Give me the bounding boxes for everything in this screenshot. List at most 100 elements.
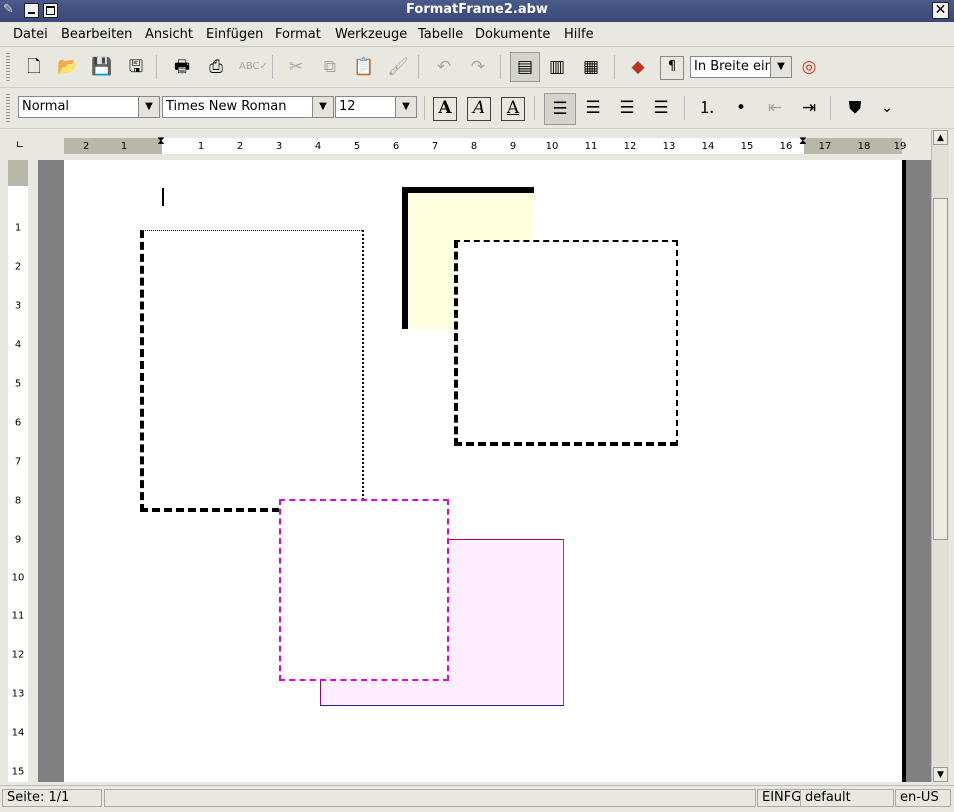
separator [424, 96, 425, 120]
menu-einfuegen[interactable]: Einfügen [206, 27, 263, 42]
left-indent-marker[interactable]: ⧗ [157, 134, 165, 148]
ruler-tick: 6 [14, 417, 22, 429]
indent-icon[interactable]: ⇥ [796, 95, 822, 121]
text-frame[interactable] [454, 240, 678, 446]
scroll-up-icon[interactable]: ▲ [933, 130, 948, 145]
window-title: FormatFrame2.abw [406, 2, 548, 17]
language: en-US [895, 789, 951, 807]
font-size-select[interactable]: 12 ▼ [335, 96, 417, 118]
align-justify-icon[interactable]: ☰ [648, 95, 674, 121]
style-select[interactable]: Normal ▼ [18, 96, 160, 118]
ruler-tick: 8 [14, 495, 22, 507]
menu-format[interactable]: Format [275, 27, 321, 42]
top-margin-area [8, 160, 28, 186]
bold-button[interactable]: A [433, 97, 457, 121]
current-style: default [800, 789, 894, 807]
menu-tabelle[interactable]: Tabelle [418, 27, 463, 42]
ruler-tick: 2 [82, 141, 90, 152]
open-folder-icon[interactable]: 📂 [55, 54, 81, 80]
font-value: Times New Roman [166, 99, 287, 114]
bullet-list-icon[interactable]: • [728, 95, 754, 121]
ruler-tick: 7 [431, 141, 439, 152]
underline-button[interactable]: A [501, 97, 525, 121]
separator [614, 55, 615, 79]
ruler-tick: 11 [11, 610, 25, 622]
paste-icon[interactable]: 📋 [351, 54, 377, 80]
text-frame[interactable] [140, 230, 364, 512]
menu-ansicht[interactable]: Ansicht [145, 27, 193, 42]
vertical-ruler[interactable]: 1 2 3 4 5 6 7 8 9 10 11 12 13 14 15 [8, 160, 28, 782]
menu-dokumente[interactable]: Dokumente [475, 27, 550, 42]
ruler-tick: 13 [662, 141, 676, 152]
layout-web-icon[interactable]: ▥ [544, 54, 570, 80]
align-center-icon[interactable]: ☰ [580, 95, 606, 121]
toolbar-grip[interactable] [6, 94, 10, 122]
copy-icon[interactable]: ⧉ [317, 54, 343, 80]
document-viewport[interactable] [38, 160, 931, 782]
align-left-icon[interactable]: ☰ [544, 93, 576, 125]
scroll-thumb[interactable] [933, 198, 948, 540]
separator [830, 96, 831, 120]
chevron-down-icon[interactable]: ⌄ [874, 95, 900, 121]
ruler-tick: 19 [893, 141, 907, 152]
font-size-value: 12 [339, 99, 356, 114]
format-painter-icon[interactable]: 🖌 [385, 54, 411, 80]
print-preview-icon[interactable]: ⎙ [203, 54, 229, 80]
menu-hilfe[interactable]: Hilfe [564, 27, 594, 42]
help-icon[interactable]: ◎ [796, 54, 822, 80]
chevron-down-icon[interactable]: ▼ [138, 97, 159, 117]
horizontal-ruler[interactable]: 2 1 1 2 3 4 5 6 7 8 9 10 11 12 13 14 15 … [64, 134, 906, 154]
ruler-tick: 5 [14, 378, 22, 390]
menu-datei[interactable]: Datei [13, 27, 48, 42]
ruler-tick: 14 [11, 727, 25, 739]
insert-shapes-icon[interactable]: ◆ [625, 54, 651, 80]
chevron-down-icon[interactable]: ▼ [770, 57, 791, 77]
paint-bucket-icon[interactable]: ⛊ [842, 95, 868, 121]
separator [684, 96, 685, 120]
save-as-icon[interactable]: 🖫 [123, 54, 149, 80]
right-indent-marker[interactable]: ⧗ [799, 134, 807, 148]
ruler-tick: 9 [509, 141, 517, 152]
outdent-icon[interactable]: ⇤ [762, 95, 788, 121]
italic-button[interactable]: A [467, 97, 491, 121]
tab-type-selector[interactable]: ∟ [10, 136, 30, 156]
menu-bearbeiten[interactable]: Bearbeiten [61, 27, 132, 42]
redo-icon[interactable]: ↷ [465, 54, 491, 80]
undo-icon[interactable]: ↶ [431, 54, 457, 80]
ruler-tick: 1 [197, 141, 205, 152]
new-document-icon[interactable]: 🗋 [21, 54, 47, 80]
font-select[interactable]: Times New Roman ▼ [162, 96, 334, 118]
chevron-down-icon[interactable]: ▼ [395, 97, 416, 117]
ruler-tick: 4 [314, 141, 322, 152]
menu-werkzeuge[interactable]: Werkzeuge [335, 27, 407, 42]
ruler-tick: 8 [470, 141, 478, 152]
layout-print-icon[interactable]: ▦ [578, 54, 604, 80]
show-formatting-icon[interactable]: ¶ [660, 56, 684, 80]
ruler-tick: 17 [818, 141, 832, 152]
save-icon[interactable]: 💾 [89, 54, 115, 80]
print-icon[interactable]: 🖶 [169, 54, 195, 80]
scroll-down-icon[interactable]: ▼ [933, 767, 948, 782]
separator [534, 96, 535, 120]
ruler-tick: 1 [14, 222, 22, 234]
toolbar-grip[interactable] [6, 53, 10, 81]
spellcheck-icon[interactable]: ABC✓ [239, 54, 268, 80]
menu-bar: Datei Bearbeiten Ansicht Einfügen Format… [0, 22, 954, 47]
align-right-icon[interactable]: ☰ [614, 95, 640, 121]
ruler-tick: 7 [14, 456, 22, 468]
document-page[interactable] [64, 160, 902, 782]
chevron-down-icon[interactable]: ▼ [312, 97, 333, 117]
vertical-scrollbar[interactable]: ▲ ▼ [931, 130, 949, 782]
zoom-value: In Breite ein [694, 59, 773, 74]
close-button[interactable]: ✕ [932, 2, 949, 19]
ruler-tick: 3 [14, 300, 22, 312]
format-toolbar: Normal ▼ Times New Roman ▼ 12 ▼ A A A ☰ … [0, 88, 954, 129]
zoom-select[interactable]: In Breite ein ▼ [690, 56, 792, 78]
numbered-list-icon[interactable]: ⒈ [694, 95, 720, 121]
ruler-tick: 18 [857, 141, 871, 152]
status-bar: Seite: 1/1 EINFG default en-US [0, 785, 954, 812]
ruler-tick: 10 [11, 572, 25, 584]
text-frame-magenta[interactable] [279, 499, 449, 681]
layout-normal-icon[interactable]: ▤ [510, 52, 540, 82]
cut-icon[interactable]: ✂ [283, 54, 309, 80]
